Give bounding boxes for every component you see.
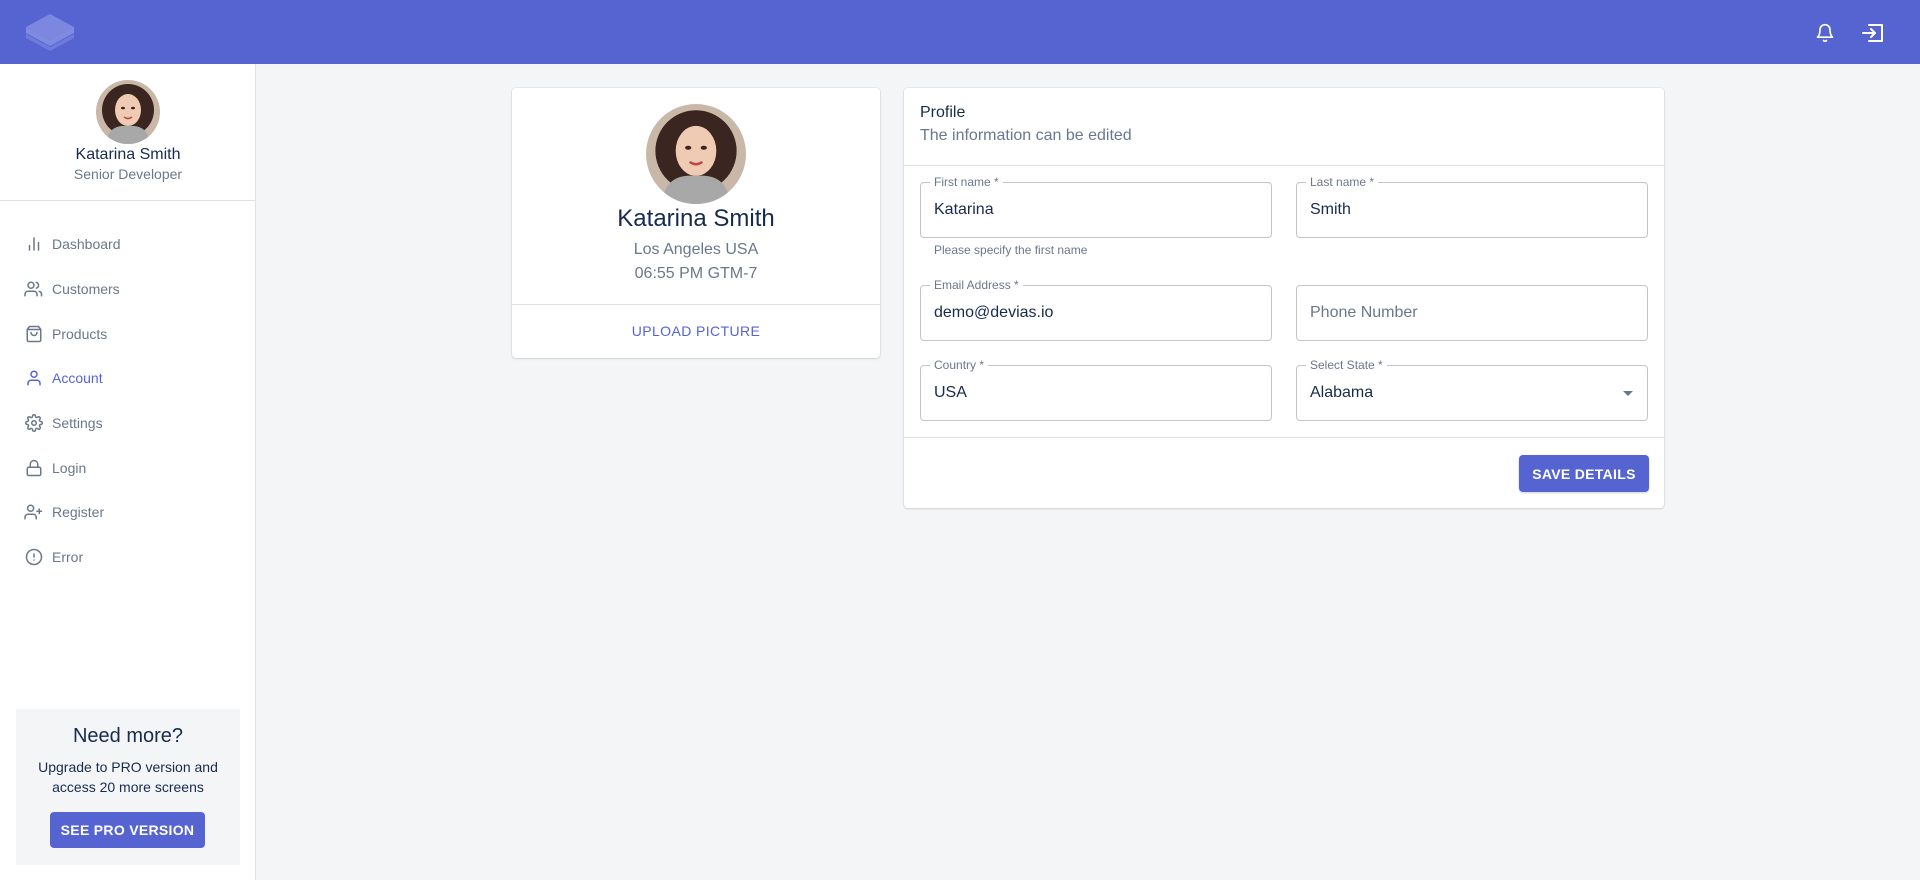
user-plus-icon: [24, 502, 44, 522]
sidebar-item-account[interactable]: Account: [0, 356, 256, 401]
sidebar-item-label: Account: [52, 370, 103, 387]
sidebar-item-label: Error: [52, 549, 84, 566]
first-name-field[interactable]: First name * Katarina: [920, 175, 1272, 238]
divider: [904, 165, 1664, 166]
profile-form-card: Profile The information can be edited Fi…: [904, 88, 1664, 508]
email-value: demo@devias.io: [934, 304, 1054, 321]
sidebar-item-label: Dashboard: [52, 236, 121, 253]
see-pro-version-button[interactable]: SEE PRO VERSION: [50, 812, 205, 848]
state-value: Alabama: [1310, 384, 1374, 401]
sidebar-item-label: Register: [52, 504, 105, 521]
bell-icon[interactable]: [1812, 20, 1838, 46]
sidebar-item-label: Login: [52, 459, 87, 476]
sidebar-item-settings[interactable]: Settings: [0, 401, 256, 446]
users-icon: [24, 279, 44, 299]
form-subtitle: The information can be edited: [920, 127, 1132, 144]
sidebar-item-label: Customers: [52, 281, 120, 298]
sidebar-item-login[interactable]: Login: [0, 445, 256, 490]
last-name-value: Smith: [1310, 201, 1351, 218]
lock-icon: [24, 458, 44, 478]
profile-time: 06:55 PM GTM-7: [634, 265, 758, 282]
sidebar: Katarina Smith Senior Developer Dashboar…: [0, 64, 256, 880]
sidebar-profile: Katarina Smith Senior Developer: [0, 64, 255, 201]
sidebar-item-error[interactable]: Error: [0, 535, 256, 580]
top-app-bar: [0, 0, 1920, 64]
sidebar-item-register[interactable]: Register: [0, 490, 256, 535]
phone-number-field[interactable]: Phone Number: [1296, 285, 1648, 341]
sidebar-user-name: Katarina Smith: [75, 146, 181, 163]
profile-card: Katarina Smith Los Angeles USA 06:55 PM …: [512, 88, 880, 358]
divider: [904, 437, 1664, 438]
layers-logo-icon[interactable]: [22, 12, 78, 56]
first-name-label: First name *: [930, 175, 1003, 189]
first-name-helper-text: Please specify the first name: [934, 243, 1088, 257]
sidebar-item-customers[interactable]: Customers: [0, 267, 256, 312]
form-title: Profile: [920, 104, 966, 121]
bar-chart-icon: [24, 234, 44, 254]
sidebar-user-role: Senior Developer: [73, 166, 183, 182]
first-name-value: Katarina: [934, 201, 994, 218]
sidebar-nav: Dashboard Customers Products Account Set…: [0, 222, 256, 580]
chevron-down-icon: [1623, 391, 1633, 396]
avatar[interactable]: [96, 80, 160, 144]
profile-location: Los Angeles USA: [633, 241, 759, 258]
gear-icon: [24, 413, 44, 433]
email-label: Email Address *: [930, 278, 1023, 292]
pro-upgrade-box: Need more? Upgrade to PRO version and ac…: [16, 709, 240, 865]
sidebar-item-label: Products: [52, 325, 108, 342]
phone-number-placeholder: Phone Number: [1310, 304, 1418, 321]
last-name-field[interactable]: Last name * Smith: [1296, 175, 1648, 238]
state-label: Select State *: [1306, 358, 1387, 372]
country-value: USA: [934, 384, 967, 401]
sidebar-item-dashboard[interactable]: Dashboard: [0, 222, 256, 267]
alert-circle-icon: [24, 547, 44, 567]
promo-text: Upgrade to PRO version and access 20 mor…: [38, 759, 218, 795]
promo-title: Need more?: [72, 725, 184, 747]
shopping-bag-icon: [24, 324, 44, 344]
sidebar-item-label: Settings: [52, 415, 103, 432]
state-select[interactable]: Select State * Alabama: [1296, 358, 1648, 421]
save-details-button[interactable]: SAVE DETAILS: [1519, 455, 1649, 492]
profile-name: Katarina Smith: [617, 205, 775, 232]
country-label: Country *: [930, 358, 989, 372]
sidebar-item-products[interactable]: Products: [0, 311, 256, 356]
upload-picture-button[interactable]: UPLOAD PICTURE: [520, 312, 872, 350]
email-field[interactable]: Email Address * demo@devias.io: [920, 278, 1272, 341]
logout-icon[interactable]: [1860, 20, 1886, 46]
user-icon: [24, 368, 44, 388]
country-field[interactable]: Country * USA: [920, 358, 1272, 421]
last-name-label: Last name *: [1306, 175, 1379, 189]
divider: [512, 304, 880, 305]
avatar[interactable]: [646, 104, 746, 204]
